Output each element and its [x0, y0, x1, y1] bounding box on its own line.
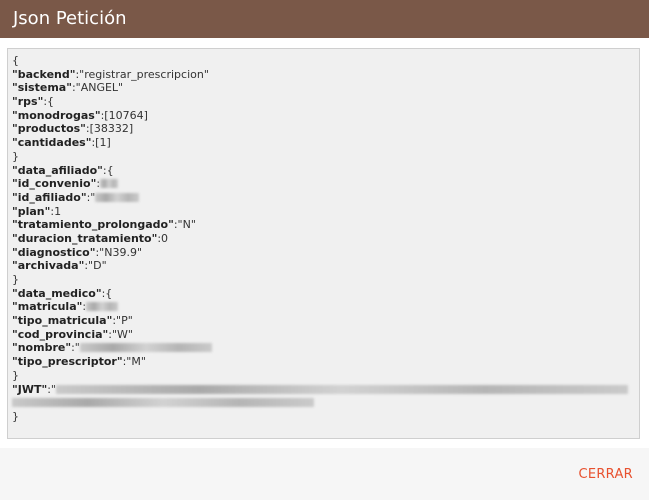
json-line: "tratamiento_prolongado":"N": [12, 218, 639, 232]
json-key: "id_convenio": [12, 177, 97, 191]
json-key: "plan": [12, 204, 51, 218]
json-line: "cod_provincia":"W": [12, 328, 639, 342]
json-key: "productos": [12, 122, 86, 136]
json-line: "monodrogas":[10764]: [12, 109, 639, 123]
json-key: "data_afiliado": [12, 163, 103, 177]
redacted-value: [55, 384, 628, 394]
redacted-value: [12, 398, 314, 408]
json-value: :"M": [122, 355, 146, 369]
json-line: "archivada":"D": [12, 259, 639, 273]
json-value: :": [47, 382, 56, 396]
json-value: :{: [101, 286, 113, 300]
json-key: "cantidades": [12, 136, 92, 150]
json-value: :{: [102, 163, 114, 177]
json-key: "duracion_tratamiento": [12, 231, 158, 245]
json-key: "backend": [12, 67, 76, 81]
json-value: :"P": [112, 314, 133, 328]
json-value: :1: [50, 204, 62, 218]
json-key: "tipo_matricula": [12, 314, 113, 328]
json-value: :"N": [173, 218, 196, 232]
json-line: "backend":"registrar_prescripcion": [12, 68, 639, 82]
json-value: :{: [43, 95, 55, 109]
dialog-title: Json Petición: [13, 8, 127, 29]
json-line: "id_afiliado":": [12, 191, 639, 205]
json-line: "cantidades":[1]: [12, 136, 639, 150]
json-line: "rps":{: [12, 95, 639, 109]
json-key: "rps": [12, 95, 44, 109]
json-value: :"ANGEL": [71, 81, 124, 95]
json-value: :"registrar_prescripcion": [75, 67, 209, 81]
json-line: "matricula":: [12, 300, 639, 314]
json-line: "productos":[38332]: [12, 122, 639, 136]
json-line: "data_medico":{: [12, 287, 639, 301]
json-key: "tratamiento_prolongado": [12, 218, 174, 232]
json-value: :": [71, 341, 80, 355]
json-request-dialog: Json Petición { "backend":"registrar_pre…: [0, 0, 649, 500]
json-value: :[10764]: [100, 108, 148, 122]
json-key: "cod_provincia": [12, 327, 109, 341]
json-line: "id_convenio":: [12, 177, 639, 191]
json-key: "JWT": [12, 382, 48, 396]
json-line: "sistema":"ANGEL": [12, 81, 639, 95]
json-value: :0: [157, 231, 169, 245]
redacted-value: [86, 302, 119, 312]
json-value: :"W": [108, 327, 133, 341]
dialog-body: { "backend":"registrar_prescripcion" "si…: [0, 38, 649, 448]
json-line: "duracion_tratamiento":0: [12, 232, 639, 246]
json-line: }: [12, 409, 19, 423]
redacted-value: [79, 343, 212, 353]
json-line: "plan":1: [12, 205, 639, 219]
json-value: :": [86, 190, 96, 204]
json-line: "nombre":": [12, 341, 639, 355]
json-line: "JWT":": [12, 383, 639, 410]
json-line: "tipo_matricula":"P": [12, 314, 639, 328]
json-key: "monodrogas": [12, 108, 101, 122]
json-request-content[interactable]: { "backend":"registrar_prescripcion" "si…: [7, 48, 640, 439]
json-key: "id_afiliado": [12, 190, 87, 204]
dialog-footer: CERRAR: [0, 448, 649, 500]
json-line: }: [12, 273, 19, 286]
json-line: "data_afiliado":{: [12, 164, 639, 178]
json-key: "tipo_prescriptor": [12, 355, 123, 369]
redacted-value: [100, 179, 119, 189]
json-key: "archivada": [12, 259, 85, 273]
json-key: "data_medico": [12, 286, 102, 300]
json-key: "nombre": [12, 341, 72, 355]
json-line: {: [12, 54, 19, 67]
dialog-header: Json Petición: [0, 0, 649, 38]
json-line: "diagnostico":"N39.9": [12, 246, 639, 260]
json-line: }: [12, 149, 19, 163]
json-key: "diagnostico": [12, 245, 96, 259]
close-button[interactable]: CERRAR: [578, 467, 633, 482]
json-line: "tipo_prescriptor":"M": [12, 355, 639, 369]
json-key: "sistema": [12, 81, 72, 95]
json-key: "matricula": [12, 300, 83, 314]
json-line: }: [12, 368, 19, 382]
json-value: :"D": [84, 259, 107, 273]
json-value: :"N39.9": [95, 245, 142, 259]
json-value: :[38332]: [85, 122, 134, 136]
redacted-value: [95, 192, 140, 202]
json-value: :[1]: [91, 136, 111, 150]
